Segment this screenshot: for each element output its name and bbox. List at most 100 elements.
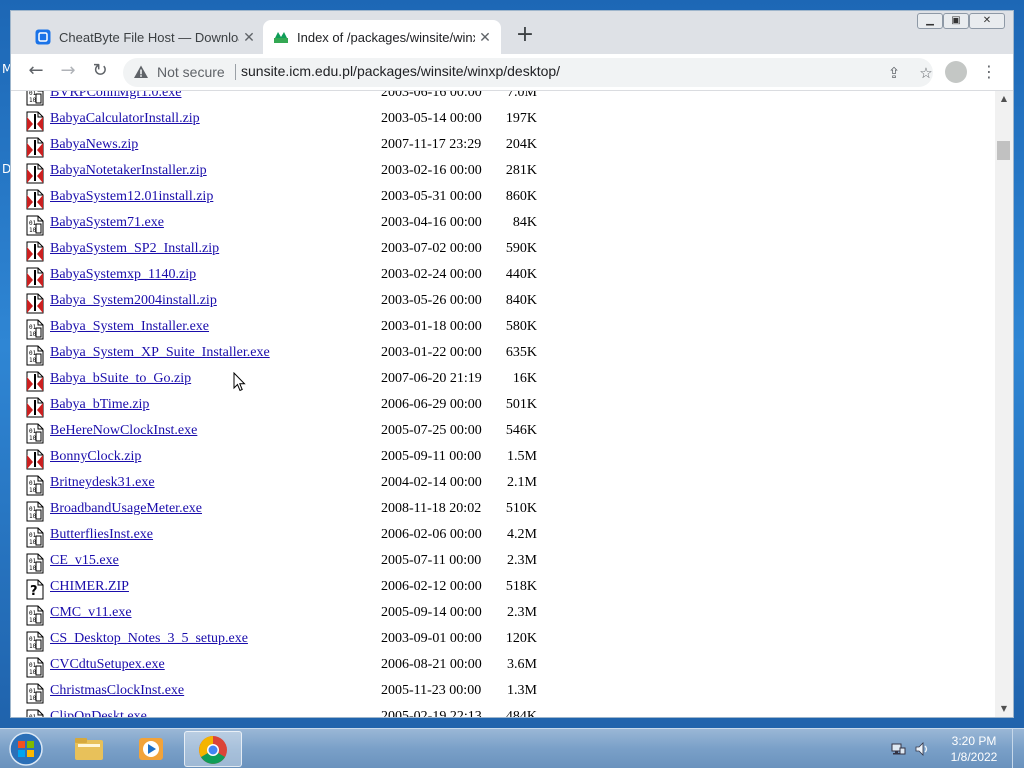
file-link[interactable]: ClipOnDeskt.exe — [50, 709, 147, 717]
svg-text:10: 10 — [29, 487, 37, 494]
binary-file-icon: 0110 — [26, 605, 44, 626]
file-link[interactable]: BabyaSystem_SP2_Install.zip — [50, 241, 219, 257]
back-arrow-icon[interactable]: ← — [23, 60, 49, 86]
compressed-file-icon — [26, 111, 44, 132]
start-button-icon[interactable] — [6, 730, 46, 768]
file-date: 2006-02-06 00:00 — [381, 527, 482, 542]
file-link[interactable]: Babya_System_XP_Suite_Installer.exe — [50, 345, 270, 361]
warning-icon[interactable] — [133, 64, 149, 80]
show-desktop-button[interactable] — [1012, 729, 1024, 768]
new-tab-button[interactable]: + — [513, 24, 537, 48]
file-link[interactable]: CHIMER.ZIP — [50, 579, 129, 595]
svg-text:?: ? — [30, 584, 38, 599]
file-link[interactable]: ChristmasClockInst.exe — [50, 683, 184, 699]
binary-file-icon: 0110 — [26, 527, 44, 548]
scroll-up-icon[interactable]: ▲ — [995, 91, 1013, 107]
file-link[interactable]: BabyaSystem12.01install.zip — [50, 189, 213, 205]
kebab-menu-icon[interactable]: ⋮ — [981, 61, 997, 83]
file-link[interactable]: BabyaNews.zip — [50, 137, 138, 153]
file-date: 2003-01-18 00:00 — [381, 319, 482, 334]
table-row: Babya_bSuite_to_Go.zip 2007-06-20 21:19 16… — [11, 367, 995, 393]
browser-toolbar: ← → ↻ Not secure sunsite.icm.edu.pl/pack… — [11, 54, 1013, 91]
file-date: 2003-05-26 00:00 — [381, 293, 482, 308]
close-icon[interactable]: ✕ — [239, 29, 259, 46]
svg-text:10: 10 — [29, 669, 37, 676]
file-link[interactable]: BVRPConnMgr1.0.exe — [50, 91, 181, 101]
svg-text:01: 01 — [29, 688, 37, 695]
file-size: 2.3M — [507, 553, 537, 568]
file-link[interactable]: BabyaSystemxp_1140.zip — [50, 267, 196, 283]
folder-icon — [75, 738, 103, 760]
file-link[interactable]: CMC_v11.exe — [50, 605, 132, 621]
taskbar-media-player[interactable] — [122, 731, 180, 767]
svg-text:10: 10 — [29, 617, 37, 624]
file-link[interactable]: Babya_System_Installer.exe — [50, 319, 209, 335]
close-icon[interactable]: ✕ — [475, 29, 495, 46]
table-row: BabyaNotetakerInstaller.zip 2003-02-16 00… — [11, 159, 995, 185]
file-date: 2005-07-11 00:00 — [381, 553, 482, 568]
vertical-scrollbar[interactable]: ▲ ▼ — [995, 91, 1013, 717]
file-date: 2003-06-16 00:00 — [381, 91, 482, 100]
table-row: 01 10 CMC_v11.exe 2005-09-14 00:00 2.3M — [11, 601, 995, 627]
file-date: 2005-11-23 00:00 — [381, 683, 482, 698]
file-link[interactable]: CE_v15.exe — [50, 553, 119, 569]
binary-file-icon: 0110 — [26, 657, 44, 678]
table-row: BonnyClock.zip 2005-09-11 00:00 1.5M — [11, 445, 995, 471]
file-link[interactable]: Babya_System2004install.zip — [50, 293, 217, 309]
file-link[interactable]: BeHereNowClockInst.exe — [50, 423, 197, 439]
file-date: 2005-09-14 00:00 — [381, 605, 482, 620]
file-link[interactable]: BabyaCalculatorInstall.zip — [50, 111, 200, 127]
file-link[interactable]: BabyaSystem71.exe — [50, 215, 164, 231]
network-icon[interactable] — [890, 741, 906, 757]
bookmark-star-icon[interactable]: ☆ — [915, 62, 937, 84]
share-icon[interactable]: ⇪ — [883, 62, 905, 84]
site-favicon-icon — [274, 32, 288, 43]
clock-date: 1/8/2022 — [950, 750, 998, 764]
compressed-file-icon — [26, 189, 44, 210]
clock-time: 3:20 PM — [951, 734, 997, 748]
profile-avatar-icon[interactable] — [945, 61, 967, 83]
file-link[interactable]: CS_Desktop_Notes_3_5_setup.exe — [50, 631, 248, 647]
file-date: 2003-07-02 00:00 — [381, 241, 482, 256]
url-text[interactable]: sunsite.icm.edu.pl/packages/winsite/winx… — [241, 63, 560, 79]
file-link[interactable]: ButterfliesInst.exe — [50, 527, 153, 543]
file-size: 635K — [505, 345, 537, 360]
address-bar[interactable]: Not secure sunsite.icm.edu.pl/packages/w… — [123, 58, 933, 87]
taskbar-chrome[interactable] — [184, 731, 242, 767]
table-row: 01 10 BVRPConnMgr1.0.exe 2003-06-16 00:00 7.… — [11, 91, 995, 107]
file-size: 580K — [505, 319, 537, 334]
file-link[interactable]: Babya_bSuite_to_Go.zip — [50, 371, 191, 387]
compressed-file-icon — [26, 397, 44, 418]
binary-file-icon: 0110 — [26, 709, 44, 717]
window-close-button[interactable]: ✕ — [969, 13, 1005, 29]
binary-file-icon: 0110 — [26, 423, 44, 444]
volume-icon[interactable] — [914, 741, 930, 757]
file-link[interactable]: CVCdtuSetupex.exe — [50, 657, 165, 673]
minimize-button[interactable]: ▁ — [917, 13, 943, 29]
file-link[interactable]: BonnyClock.zip — [50, 449, 141, 465]
maximize-button[interactable]: ▣ — [943, 13, 969, 29]
svg-text:10: 10 — [29, 97, 37, 104]
file-date: 2004-02-14 00:00 — [381, 475, 482, 490]
file-link[interactable]: Babya_bTime.zip — [50, 397, 149, 413]
file-size: 510K — [505, 501, 537, 516]
svg-text:01: 01 — [29, 558, 37, 565]
security-label[interactable]: Not secure — [157, 64, 225, 80]
file-size: 16K — [512, 371, 537, 386]
table-row: 01 10 BabyaSystem71.exe 2003-04-16 00:00 84K — [11, 211, 995, 237]
compressed-file-icon — [26, 293, 44, 314]
binary-file-icon: 0110 — [26, 683, 44, 704]
reload-icon[interactable]: ↻ — [87, 60, 113, 86]
file-link[interactable]: BabyaNotetakerInstaller.zip — [50, 163, 207, 179]
file-date: 2003-09-01 00:00 — [381, 631, 482, 646]
system-clock[interactable]: 3:20 PM 1/8/2022 — [942, 733, 1006, 765]
file-size: 840K — [505, 293, 537, 308]
file-link[interactable]: Britneydesk31.exe — [50, 475, 155, 491]
tab-cheatbyte[interactable]: CheatByte File Host — Download ✕ — [25, 20, 265, 54]
taskbar-file-explorer[interactable] — [60, 731, 118, 767]
forward-arrow-icon[interactable]: → — [55, 60, 81, 86]
file-link[interactable]: BroadbandUsageMeter.exe — [50, 501, 202, 517]
tab-index-of[interactable]: Index of /packages/winsite/winxp ✕ — [263, 20, 501, 54]
scroll-down-icon[interactable]: ▼ — [995, 701, 1013, 717]
scrollbar-thumb[interactable] — [997, 141, 1010, 160]
